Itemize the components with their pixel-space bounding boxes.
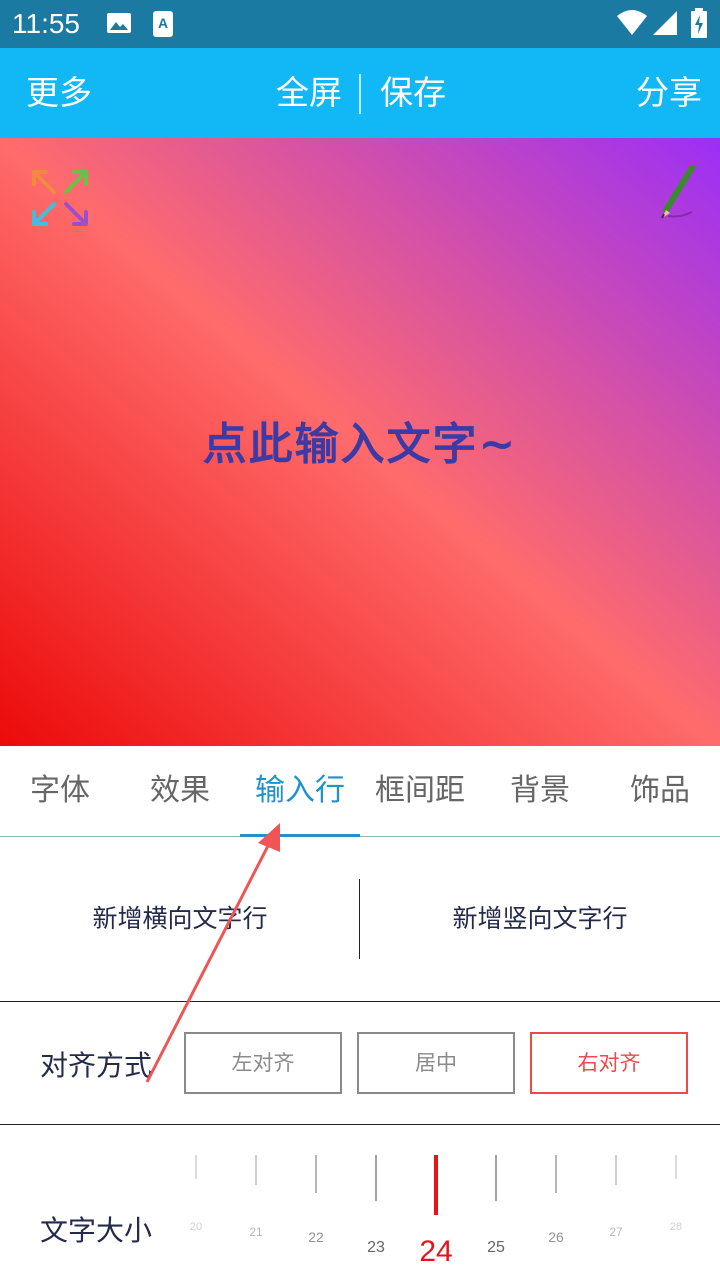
- ruler-tick-label[interactable]: 23: [356, 1239, 396, 1257]
- svg-text:A: A: [158, 15, 168, 31]
- ruler-tick-label[interactable]: 28: [656, 1221, 696, 1233]
- tab-bar: 字体 效果 输入行 框间距 背景 饰品: [0, 746, 720, 837]
- ruler-tick: [315, 1155, 317, 1193]
- align-center-button[interactable]: 居中: [357, 1032, 515, 1094]
- tab-effects[interactable]: 效果: [120, 746, 240, 836]
- expand-arrows-icon[interactable]: [28, 166, 92, 234]
- status-time: 11:55: [12, 8, 80, 39]
- ruler-tick-label[interactable]: 27: [596, 1225, 636, 1239]
- ruler-tick: [375, 1155, 377, 1201]
- ruler-tick-label[interactable]: 24: [416, 1235, 456, 1269]
- text-canvas[interactable]: 点此输入文字~: [0, 138, 720, 746]
- ruler-tick-label[interactable]: 21: [236, 1225, 276, 1239]
- signal-icon: [652, 10, 678, 40]
- fullscreen-button[interactable]: 全屏: [276, 48, 342, 138]
- toolbar-divider: [359, 74, 361, 114]
- ruler-tick: [195, 1155, 197, 1179]
- font-size-row: 文字大小 20 21 22 23 24 25 26 27 28: [0, 1125, 720, 1280]
- tab-input-line[interactable]: 输入行: [240, 746, 360, 836]
- status-bar: 11:55 A: [0, 0, 720, 48]
- more-button[interactable]: 更多: [26, 48, 92, 138]
- save-button[interactable]: 保存: [380, 48, 446, 138]
- pencil-icon[interactable]: [656, 165, 696, 224]
- tab-decorations[interactable]: 饰品: [600, 746, 720, 836]
- add-horizontal-line-button[interactable]: 新增横向文字行: [0, 837, 360, 1001]
- align-left-button[interactable]: 左对齐: [184, 1032, 342, 1094]
- tab-font[interactable]: 字体: [0, 746, 120, 836]
- text-placeholder[interactable]: 点此输入文字~: [0, 408, 720, 472]
- a-notification-icon: A: [152, 10, 174, 42]
- ruler-tick: [615, 1155, 617, 1185]
- add-line-row: 新增横向文字行 新增竖向文字行: [0, 837, 720, 1002]
- ruler-tick: [555, 1155, 557, 1193]
- align-right-button[interactable]: 右对齐: [530, 1032, 688, 1094]
- add-vertical-line-button[interactable]: 新增竖向文字行: [360, 837, 720, 1001]
- image-icon: [106, 10, 132, 40]
- tab-frame-spacing[interactable]: 框间距: [360, 746, 480, 836]
- alignment-row: 对齐方式 左对齐 居中 右对齐: [0, 1002, 720, 1125]
- ruler-tick-label[interactable]: 20: [176, 1221, 216, 1233]
- share-button[interactable]: 分享: [636, 48, 702, 138]
- top-toolbar: 更多 全屏 保存 分享: [0, 48, 720, 138]
- alignment-label: 对齐方式: [40, 1049, 153, 1082]
- wifi-icon: [616, 8, 648, 40]
- ruler-tick-label[interactable]: 26: [536, 1229, 576, 1245]
- battery-charging-icon: [690, 8, 708, 42]
- ruler-tick: [434, 1155, 438, 1215]
- ruler-tick-label[interactable]: 25: [476, 1239, 516, 1257]
- ruler-tick: [255, 1155, 257, 1185]
- ruler-tick: [675, 1155, 677, 1179]
- ruler-tick: [495, 1155, 497, 1201]
- tab-background[interactable]: 背景: [480, 746, 600, 836]
- font-size-label: 文字大小: [40, 1214, 153, 1247]
- ruler-tick-label[interactable]: 22: [296, 1229, 336, 1245]
